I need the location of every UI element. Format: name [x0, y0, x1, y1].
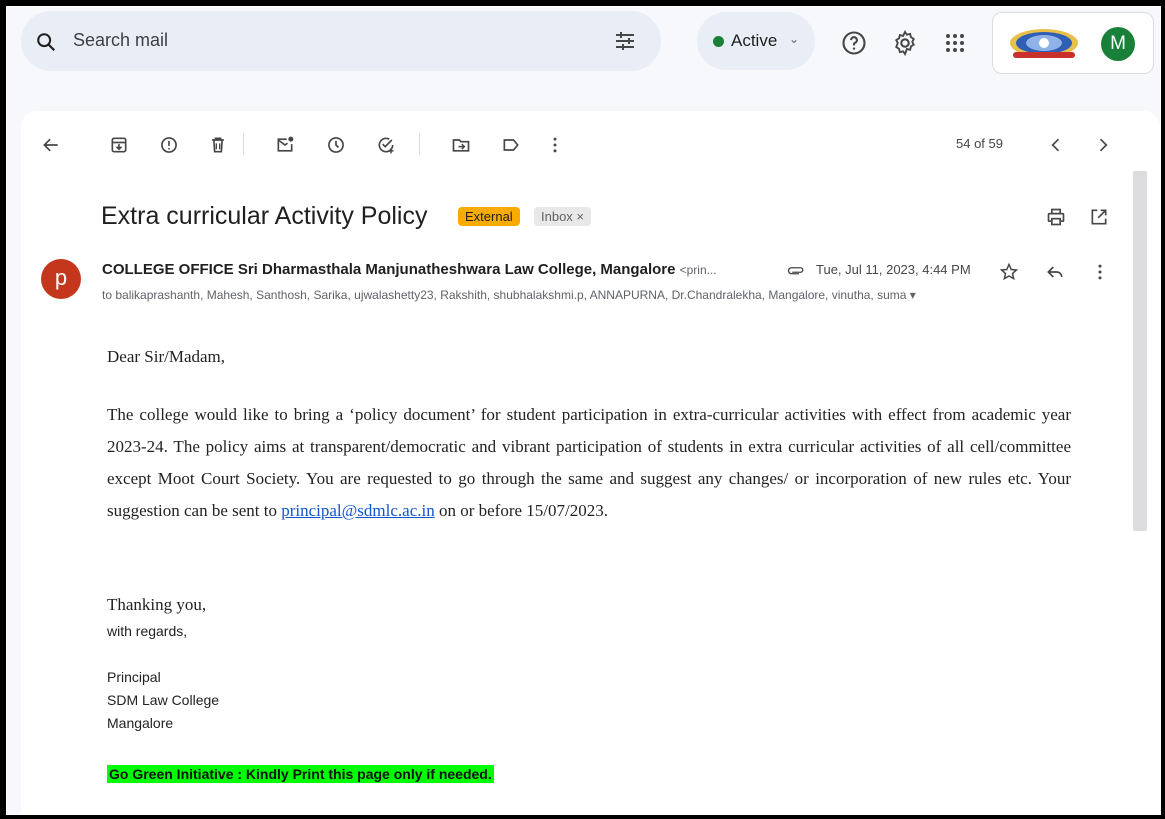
star-icon[interactable] [999, 262, 1019, 282]
message-counter: 54 of 59 [956, 136, 1003, 151]
principal-email-link[interactable]: principal@sdmlc.ac.in [281, 501, 435, 520]
scrollbar-thumb[interactable] [1133, 171, 1147, 531]
settings-gear-icon[interactable] [891, 29, 919, 57]
status-label: Active [731, 31, 778, 50]
inbox-label-chip[interactable]: Inbox × [534, 207, 592, 226]
add-task-icon[interactable] [376, 135, 396, 155]
recipients-list[interactable]: to balikaprashanth, Mahesh, Santhosh, Sa… [102, 288, 916, 302]
sender-avatar[interactable]: p [41, 259, 81, 299]
email-panel: 54 of 59 Extra curricular Activity Polic… [21, 111, 1160, 814]
email-date: Tue, Jul 11, 2023, 4:44 PM [816, 262, 971, 277]
reply-icon[interactable] [1045, 262, 1065, 282]
chevron-down-icon: ⌄ [789, 32, 800, 46]
search-bar[interactable]: Search mail [21, 11, 661, 71]
move-to-folder-icon[interactable] [451, 135, 471, 155]
sender-name-text: COLLEGE OFFICE Sri Dharmasthala Manjunat… [102, 261, 676, 278]
gmail-window: Search mail Active ⌄ M 54 of 59 Extra cu… [6, 6, 1161, 815]
search-icon[interactable] [35, 31, 57, 53]
signature-title: Principal [107, 669, 161, 685]
thanks-line: Thanking you, [107, 595, 207, 614]
signature-city: Mangalore [107, 715, 174, 731]
open-new-window-icon[interactable] [1089, 207, 1109, 227]
sender-name[interactable]: COLLEGE OFFICE Sri Dharmasthala Manjunat… [102, 261, 717, 278]
account-box[interactable]: M [992, 12, 1154, 74]
message-more-icon[interactable] [1090, 262, 1110, 282]
archive-icon[interactable] [109, 135, 129, 155]
toolbar-divider [419, 133, 420, 155]
toolbar-divider [243, 133, 244, 155]
search-options-icon[interactable] [613, 29, 637, 53]
status-selector[interactable]: Active ⌄ [697, 12, 815, 70]
signature-org: SDM Law College [107, 692, 220, 708]
sender-address: <prin... [679, 263, 717, 277]
print-icon[interactable] [1046, 207, 1066, 227]
email-subject: Extra curricular Activity Policy [101, 202, 428, 230]
regards-line: with regards, [107, 623, 188, 639]
college-logo [1007, 23, 1081, 63]
chevron-right-icon[interactable] [1093, 135, 1113, 155]
delete-icon[interactable] [208, 135, 228, 155]
paragraph-text-2: on or before 15/07/2023. [434, 501, 608, 520]
status-dot [713, 36, 724, 47]
mark-unread-icon[interactable] [275, 135, 295, 155]
search-input[interactable]: Search mail [73, 30, 168, 51]
chevron-left-icon[interactable] [1046, 135, 1066, 155]
snooze-clock-icon[interactable] [326, 135, 346, 155]
greeting: Dear Sir/Madam, [107, 347, 226, 366]
label-icon[interactable] [501, 135, 521, 155]
go-green-note: Go Green Initiative : Kindly Print this … [107, 765, 494, 783]
external-badge: External [458, 207, 520, 226]
account-avatar[interactable]: M [1101, 27, 1135, 61]
back-arrow-icon[interactable] [41, 135, 61, 155]
report-spam-icon[interactable] [159, 135, 179, 155]
more-vertical-icon[interactable] [545, 135, 565, 155]
apps-grid-icon[interactable] [941, 29, 969, 57]
attachment-icon [787, 261, 805, 279]
email-paragraph: The college would like to bring a ‘polic… [107, 399, 1071, 527]
help-icon[interactable] [840, 29, 868, 57]
